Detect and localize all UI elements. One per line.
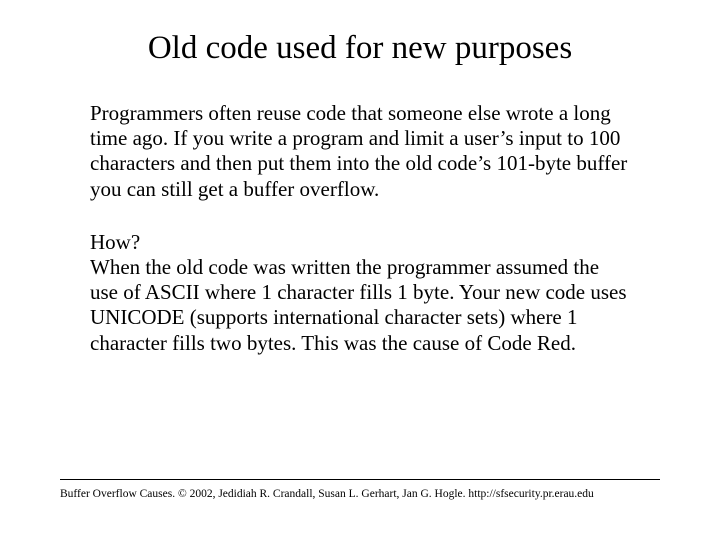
slide-title: Old code used for new purposes xyxy=(60,30,660,67)
slide: Old code used for new purposes Programme… xyxy=(0,0,720,540)
footer-divider xyxy=(60,479,660,480)
footer-text: Buffer Overflow Causes. © 2002, Jedidiah… xyxy=(60,488,660,502)
slide-body: Programmers often reuse code that someon… xyxy=(60,101,660,356)
body-question: How? xyxy=(90,230,630,255)
body-paragraph-2: When the old code was written the progra… xyxy=(90,255,630,356)
body-paragraph-1: Programmers often reuse code that someon… xyxy=(90,101,630,202)
